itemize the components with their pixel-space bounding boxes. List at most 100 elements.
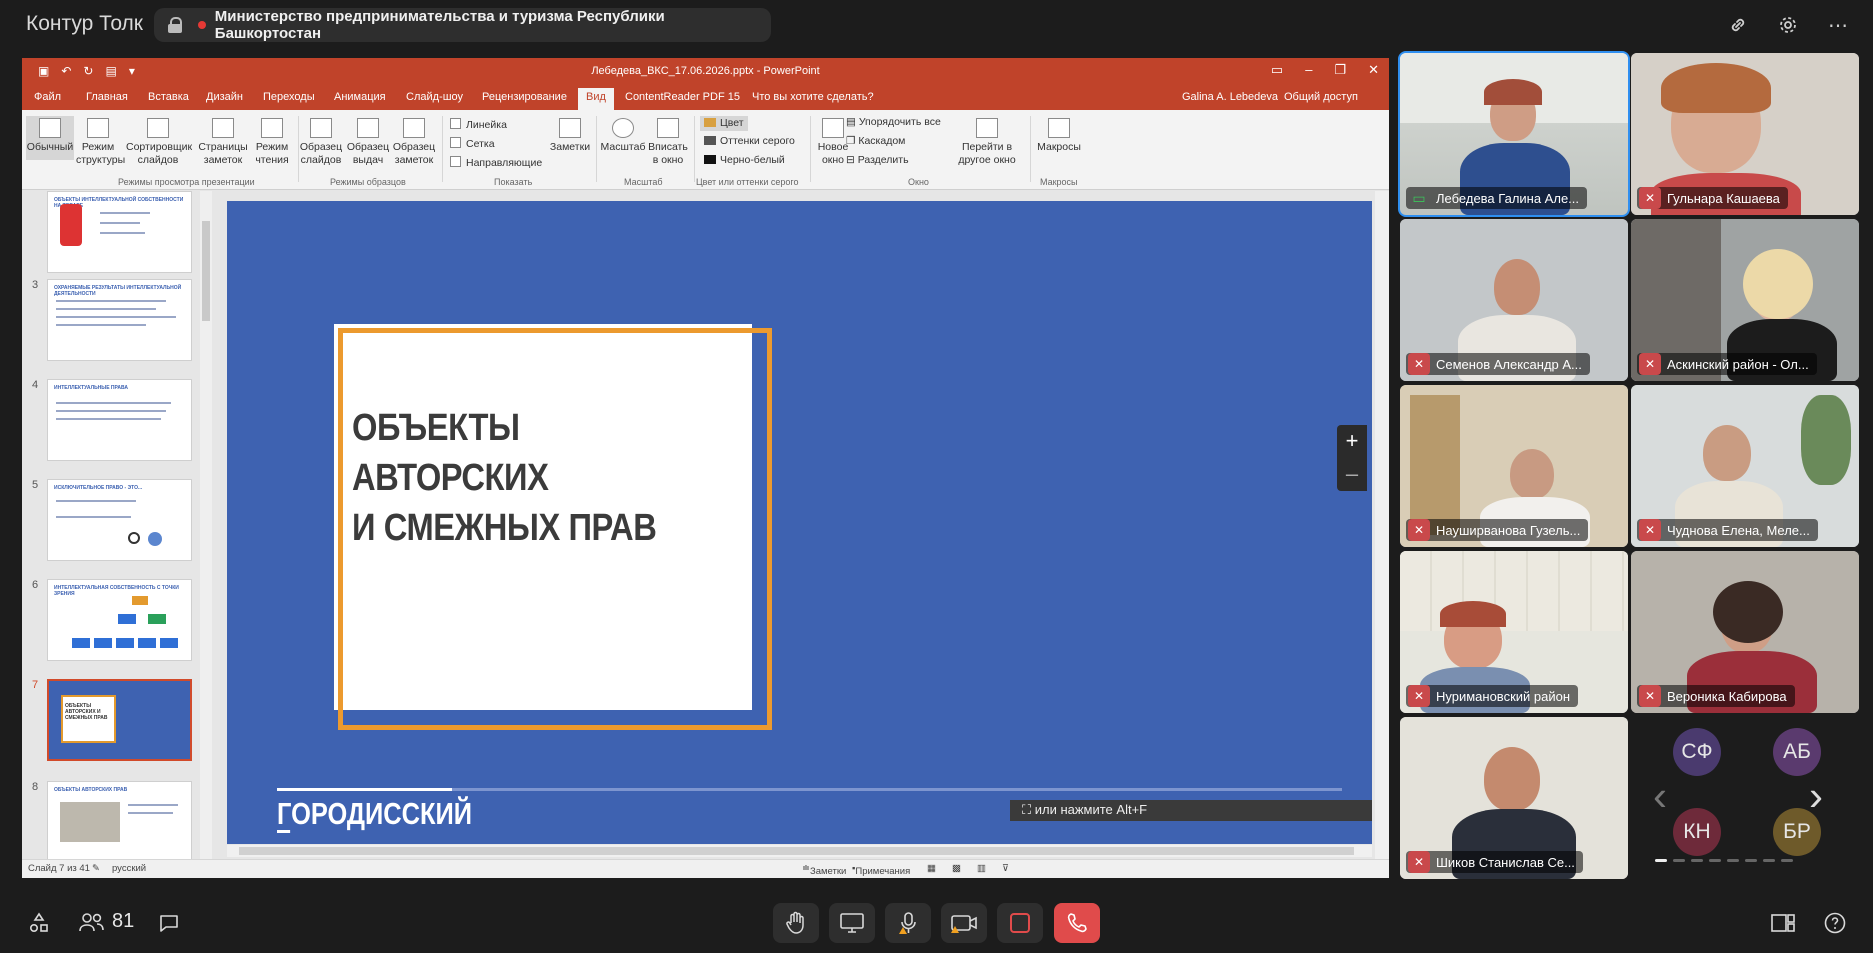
- tab-home[interactable]: Главная: [86, 91, 128, 103]
- more-icon[interactable]: ⋯: [1825, 12, 1851, 38]
- pager-dot[interactable]: [1691, 859, 1703, 862]
- participant-tile[interactable]: ▭ Лебедева Галина Але...: [1398, 51, 1630, 217]
- chevron-right-icon[interactable]: ›: [1809, 772, 1823, 820]
- pager-dot[interactable]: [1781, 859, 1793, 862]
- pager-dot[interactable]: [1745, 859, 1757, 862]
- black-white-button[interactable]: Черно-белый: [704, 154, 785, 167]
- view-normal-button[interactable]: Обычный: [26, 116, 74, 160]
- slide-thumbnail[interactable]: ОБЪЕКТЫ ИНТЕЛЛЕКТУАЛЬНОЙ СОБСТВЕННОСТИ Н…: [47, 191, 192, 273]
- current-slide[interactable]: ОБЪЕКТЫ АВТОРСКИХ И СМЕЖНЫХ ПРАВ ГОРОДИС…: [227, 201, 1372, 844]
- share-button[interactable]: Общий доступ: [1284, 91, 1358, 103]
- chevron-left-icon[interactable]: ‹: [1653, 772, 1667, 820]
- layout-icon[interactable]: [1760, 903, 1806, 943]
- tell-me-search[interactable]: Что вы хотите сделать?: [752, 91, 874, 103]
- participant-tile[interactable]: ✕ Семенов Александр А...: [1400, 219, 1628, 381]
- zoom-in-button[interactable]: +: [1337, 425, 1367, 458]
- restore-icon[interactable]: ❐: [1334, 62, 1346, 78]
- zoom-button[interactable]: Масштаб: [600, 118, 646, 154]
- participant-tile[interactable]: ✕ Вероника Кабирова: [1631, 551, 1859, 713]
- record-button[interactable]: [997, 903, 1043, 943]
- language-indicator[interactable]: русский: [112, 863, 146, 874]
- slide-master-button[interactable]: Образец слайдов: [298, 118, 344, 167]
- notes-status-button[interactable]: ≐ Заметки: [802, 863, 846, 877]
- view-sorter-button[interactable]: Сортировщик слайдов: [126, 118, 192, 167]
- notes-master-button[interactable]: Образец заметок: [392, 118, 436, 167]
- meeting-title-pill[interactable]: Министерство предпринимательства и туриз…: [154, 8, 771, 42]
- ruler-checkbox[interactable]: Линейка: [450, 118, 507, 131]
- guides-checkbox[interactable]: Направляющие: [450, 156, 542, 169]
- view-outline-button[interactable]: Режим структуры: [76, 118, 125, 167]
- pager-dot[interactable]: [1673, 859, 1685, 862]
- slide-thumbnail[interactable]: ОХРАНЯЕМЫЕ РЕЗУЛЬТАТЫ ИНТЕЛЛЕКТУАЛЬНОЙ Д…: [47, 279, 192, 361]
- avatar[interactable]: АБ: [1773, 728, 1821, 776]
- slide-thumbnail[interactable]: ИНТЕЛЛЕКТУАЛЬНАЯ СОБСТВЕННОСТЬ С ТОЧКИ З…: [47, 579, 192, 661]
- pager-dot-active[interactable]: [1655, 859, 1667, 862]
- slide-thumbnail[interactable]: ОБЪЕКТЫ АВТОРСКИХ ПРАВ: [47, 781, 192, 859]
- color-button[interactable]: Цвет: [700, 116, 748, 131]
- slide-thumbnail[interactable]: ИСКЛЮЧИТЕЛЬНОЕ ПРАВО - ЭТО...: [47, 479, 192, 561]
- spellcheck-icon[interactable]: ✎: [92, 863, 100, 874]
- slide-vertical-scrollbar[interactable]: [1375, 191, 1389, 859]
- end-call-button[interactable]: [1054, 903, 1100, 943]
- gear-icon[interactable]: [1775, 12, 1801, 38]
- microphone-button[interactable]: [885, 903, 931, 943]
- fit-to-window-button[interactable]: Вписать в окно: [646, 118, 690, 167]
- tab-animation[interactable]: Анимация: [334, 91, 386, 103]
- raise-hand-button[interactable]: [773, 903, 819, 943]
- tab-view[interactable]: Вид: [578, 88, 614, 110]
- arrange-all-button[interactable]: ▤ Упорядочить все: [846, 116, 941, 129]
- slideshow-status-icon[interactable]: ⊽: [1002, 863, 1009, 874]
- thumbnails-scroll-thumb[interactable]: [202, 221, 210, 321]
- tab-transitions[interactable]: Переходы: [263, 91, 315, 103]
- apps-icon[interactable]: [16, 903, 62, 943]
- thumbnails-scrollbar[interactable]: [200, 191, 212, 859]
- view-reading-button[interactable]: Режим чтения: [252, 118, 292, 167]
- sorter-view-status-icon[interactable]: ▩: [952, 863, 961, 874]
- participant-tile[interactable]: ✕ Науширванова Гузель...: [1400, 385, 1628, 547]
- pager-dot[interactable]: [1763, 859, 1775, 862]
- tab-design[interactable]: Дизайн: [206, 91, 243, 103]
- slide-thumbnail-selected[interactable]: ОБЪЕКТЫ АВТОРСКИХ И СМЕЖНЫХ ПРАВ: [47, 679, 192, 761]
- cascade-button[interactable]: ❐ Каскадом: [846, 135, 905, 148]
- tab-contentreader[interactable]: ContentReader PDF 15: [625, 91, 740, 103]
- participant-tile[interactable]: ✕ Аскинский район - Ол...: [1631, 219, 1859, 381]
- slide-thumbnail[interactable]: ИНТЕЛЛЕКТУАЛЬНЫЕ ПРАВА: [47, 379, 192, 461]
- tab-slideshow[interactable]: Слайд-шоу: [406, 91, 463, 103]
- ribbon-display-icon[interactable]: ▭: [1271, 62, 1283, 78]
- horizontal-scroll-thumb[interactable]: [239, 847, 1354, 855]
- split-button[interactable]: ⊟ Разделить: [846, 154, 909, 167]
- participant-tile[interactable]: ✕ Шиков Станислав Се...: [1400, 717, 1628, 879]
- tab-insert[interactable]: Вставка: [148, 91, 189, 103]
- normal-view-status-icon[interactable]: ▦: [927, 863, 936, 874]
- slide-horizontal-scrollbar[interactable]: [227, 845, 1372, 857]
- macros-button[interactable]: Макросы: [1034, 118, 1084, 154]
- zoom-out-button[interactable]: –: [1337, 458, 1367, 491]
- pager-dot[interactable]: [1709, 859, 1721, 862]
- chat-icon[interactable]: [146, 903, 192, 943]
- handout-master-button[interactable]: Образец выдач: [346, 118, 390, 167]
- screen-share-button[interactable]: [829, 903, 875, 943]
- top-bar: Контур Толк Министерство предприниматель…: [0, 0, 1873, 50]
- participant-tile[interactable]: ✕ Чуднова Елена, Меле...: [1631, 385, 1859, 547]
- comments-status-button[interactable]: ▪ Примечания: [852, 863, 910, 877]
- close-icon[interactable]: ✕: [1368, 62, 1379, 78]
- mic-off-icon: ✕: [1408, 685, 1430, 707]
- participant-tile[interactable]: ✕ Нуримановский район: [1400, 551, 1628, 713]
- tab-file[interactable]: Файл: [34, 91, 61, 103]
- help-icon[interactable]: [1812, 903, 1858, 943]
- reading-view-status-icon[interactable]: ▥: [977, 863, 986, 874]
- pager-dot[interactable]: [1727, 859, 1739, 862]
- view-notes-page-button[interactable]: Страницы заметок: [198, 118, 248, 167]
- avatar[interactable]: СФ: [1673, 728, 1721, 776]
- notes-toggle-button[interactable]: Заметки: [548, 118, 592, 154]
- tab-review[interactable]: Рецензирование: [482, 91, 567, 103]
- camera-button[interactable]: [941, 903, 987, 943]
- participants-button[interactable]: 81: [78, 910, 134, 933]
- link-icon[interactable]: [1725, 12, 1751, 38]
- grayscale-button[interactable]: Оттенки серого: [704, 135, 795, 148]
- avatar[interactable]: КН: [1673, 808, 1721, 856]
- participant-tile[interactable]: ✕ Гульнара Кашаева: [1631, 53, 1859, 215]
- switch-window-button[interactable]: Перейти в другое окно: [952, 118, 1022, 167]
- minimize-icon[interactable]: –: [1305, 62, 1312, 78]
- grid-checkbox[interactable]: Сетка: [450, 137, 495, 150]
